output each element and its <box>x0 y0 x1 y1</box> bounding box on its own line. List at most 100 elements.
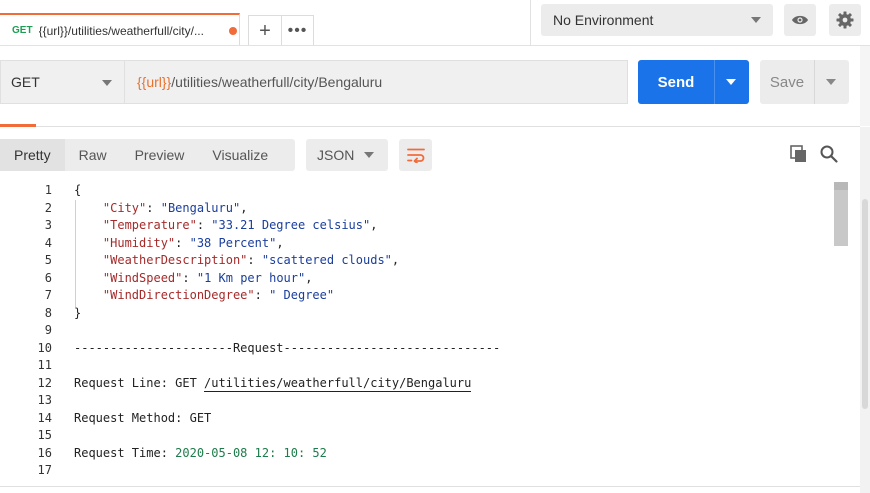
chevron-down-icon <box>364 152 374 158</box>
line-number: 10 <box>37 340 52 355</box>
request-time-value: 2020-05-08 12: 10: 52 <box>175 445 327 460</box>
new-tab-button[interactable]: + <box>248 15 282 46</box>
json-field: "WeatherDescription": "scattered clouds"… <box>102 253 400 267</box>
active-section-indicator <box>0 124 36 127</box>
json-field: "Humidity": "38 Percent", <box>102 235 284 250</box>
chevron-down-icon <box>751 17 761 23</box>
editor-scrollbar-marker <box>834 182 848 190</box>
response-section-divider <box>0 126 860 127</box>
line-number: 6 <box>44 270 52 285</box>
url-variable: {{url}} <box>137 74 172 90</box>
json-sep: , <box>370 218 378 232</box>
line-number: 8 <box>44 305 52 320</box>
json-value: "38 Percent" <box>189 235 277 250</box>
send-divider <box>714 60 715 104</box>
json-field: "WindDirectionDegree": " Degree" <box>102 288 335 302</box>
search-response-button[interactable] <box>819 144 839 164</box>
line-number: 16 <box>37 445 52 460</box>
send-options-chevron-icon[interactable] <box>726 79 736 85</box>
request-line: Request Line: GET /utilities/weatherfull… <box>74 375 472 393</box>
tab-pretty[interactable]: Pretty <box>0 139 65 171</box>
line-number: 5 <box>44 253 52 267</box>
save-button[interactable]: Save <box>760 60 849 104</box>
copy-icon <box>790 145 806 162</box>
json-close-brace: } <box>74 305 82 320</box>
send-label: Send <box>657 73 695 91</box>
request-separator-line: ----------------------Request-----------… <box>74 340 501 355</box>
request-line-path: /utilities/weatherfull/city/Bengaluru <box>204 375 472 392</box>
tab-raw[interactable]: Raw <box>65 139 121 171</box>
tab-options-button[interactable]: ••• <box>282 15 314 46</box>
request-tab[interactable]: GET {{url}}/utilities/weatherfull/city/.… <box>0 13 240 46</box>
response-body-editor[interactable]: 1 2 3 4 5 6 7 8 9 10 11 12 13 14 15 16 1… <box>0 182 834 482</box>
wrap-lines-icon <box>406 148 425 163</box>
unsaved-dot-icon <box>228 26 237 35</box>
environment-quick-look-button[interactable] <box>784 4 816 36</box>
line-number: 3 <box>44 218 52 232</box>
environment-select[interactable]: No Environment <box>541 4 773 36</box>
editor-bottom-border <box>0 486 860 487</box>
url-input[interactable]: {{url}}/utilities/weatherfull/city/Benga… <box>124 60 628 104</box>
http-method-select[interactable]: GET <box>0 60 124 104</box>
tab-preview[interactable]: Preview <box>121 139 199 171</box>
json-sep: , <box>305 270 313 285</box>
more-dots-icon: ••• <box>287 22 308 39</box>
line-number: 9 <box>44 323 52 337</box>
environment-selected-label: No Environment <box>553 12 654 28</box>
json-value: "Bengaluru" <box>160 200 241 215</box>
json-field: "WindSpeed": "1 Km per hour", <box>102 270 313 285</box>
line-number: 14 <box>37 410 52 425</box>
line-number: 7 <box>44 288 52 302</box>
request-time-label: Request Time: <box>74 445 176 460</box>
editor-scrollbar-thumb[interactable] <box>834 190 848 246</box>
line-number: 11 <box>37 358 52 372</box>
wrap-lines-button[interactable] <box>399 139 432 171</box>
page-scrollbar-thumb[interactable] <box>862 199 868 409</box>
request-method-line: Request Method: GET <box>74 410 212 425</box>
response-view-tabs: Pretty Raw Preview Visualize <box>0 139 295 171</box>
tab-method-label: GET <box>12 25 33 36</box>
page-scrollbar[interactable] <box>860 127 870 493</box>
response-format-select[interactable]: JSON <box>306 139 388 171</box>
copy-response-button[interactable] <box>789 144 809 164</box>
line-number: 4 <box>44 235 52 250</box>
response-format-label: JSON <box>317 147 355 163</box>
json-key: "WindDirectionDegree" <box>102 288 255 302</box>
json-open-brace: { <box>74 183 82 197</box>
json-sep: , <box>240 200 248 215</box>
tab-title: {{url}}/utilities/weatherfull/city/... <box>38 23 204 38</box>
json-sep: , <box>391 253 400 267</box>
settings-button[interactable] <box>829 4 861 36</box>
request-time-line: Request Time: 2020-05-08 12: 10: 52 <box>74 445 327 463</box>
json-value: "33.21 Degree celsius" <box>211 218 371 232</box>
json-field: "Temperature": "33.21 Degree celsius", <box>102 218 378 232</box>
url-path: /utilities/weatherfull/city/Bengaluru <box>171 74 383 90</box>
tab-bar: GET {{url}}/utilities/weatherfull/city/.… <box>0 0 870 46</box>
eye-icon <box>792 15 808 25</box>
json-key: "WeatherDescription" <box>102 253 248 267</box>
json-key: "City" <box>102 200 147 215</box>
save-divider <box>814 60 815 104</box>
json-value: "scattered clouds" <box>261 253 392 267</box>
json-key: "WindSpeed" <box>102 270 183 285</box>
request-line-label: Request Line: GET <box>74 375 205 390</box>
save-label: Save <box>769 73 805 91</box>
json-field: "City": "Bengaluru", <box>102 200 248 215</box>
tabbar-bottom-border <box>0 45 870 46</box>
request-pane-scrollbar[interactable] <box>860 46 870 126</box>
chevron-down-icon <box>102 80 112 86</box>
line-number: 1 <box>44 183 52 197</box>
json-key: "Temperature" <box>102 218 197 232</box>
http-method-label: GET <box>11 74 40 90</box>
json-value: "1 Km per hour" <box>196 270 306 285</box>
tabbar-divider <box>530 0 531 46</box>
plus-icon: + <box>259 19 271 42</box>
save-options-chevron-icon[interactable] <box>826 79 836 85</box>
json-sep: , <box>276 235 284 250</box>
gear-icon <box>836 11 854 29</box>
tab-visualize[interactable]: Visualize <box>198 139 282 171</box>
send-button[interactable]: Send <box>638 60 749 104</box>
line-number: 17 <box>37 463 52 477</box>
indent-guide <box>75 200 76 307</box>
json-value: " Degree" <box>269 288 335 302</box>
